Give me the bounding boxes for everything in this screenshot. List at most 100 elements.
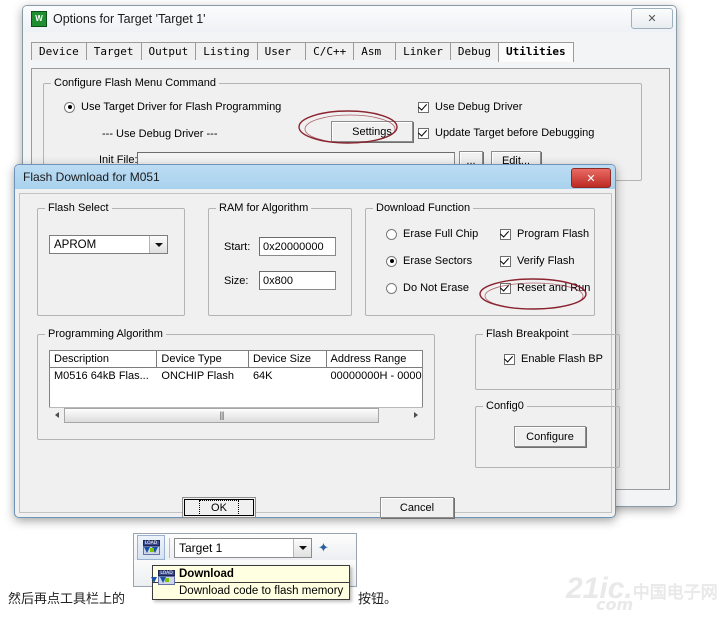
cell-device-size: 64K — [252, 370, 273, 382]
ram-start-value: 0x20000000 — [263, 240, 324, 253]
ram-size-input[interactable]: 0x800 — [259, 271, 336, 290]
target-select-value: Target 1 — [179, 540, 223, 555]
scroll-left-arrow-icon[interactable] — [49, 408, 64, 422]
reset-and-run-label: Reset and Run — [517, 282, 591, 294]
cell-address-range: 00000000H - 0000FI — [330, 370, 423, 382]
program-flash-checkbox[interactable] — [500, 228, 511, 240]
tab-utilities[interactable]: Utilities — [497, 42, 574, 62]
use-debug-driver-row[interactable]: Use Debug Driver — [418, 101, 522, 113]
cell-device-type: ONCHIP Flash — [161, 370, 234, 382]
update-target-label: Update Target before Debugging — [435, 127, 595, 139]
tab-listing[interactable]: Listing — [195, 42, 258, 60]
download-tooltip: LOAD Download Download code to flash mem… — [150, 565, 350, 600]
config0-group: Config0 Configure — [475, 400, 620, 468]
enable-flash-bp-row[interactable]: Enable Flash BP — [504, 353, 603, 365]
use-debug-driver-dashes-label: --- Use Debug Driver --- — [102, 128, 218, 140]
reset-and-run-checkbox[interactable] — [500, 282, 511, 294]
configure-flash-menu-legend: Configure Flash Menu Command — [51, 77, 220, 89]
do-not-erase-row[interactable]: Do Not Erase — [386, 282, 469, 294]
close-icon: ✕ — [586, 172, 596, 185]
use-target-driver-label: Use Target Driver for Flash Programming — [81, 101, 282, 113]
cancel-button[interactable]: Cancel — [380, 497, 454, 518]
options-title: Options for Target 'Target 1' — [53, 12, 206, 26]
reset-and-run-row[interactable]: Reset and Run — [500, 282, 590, 294]
column-header-address-range[interactable]: Address Range — [326, 351, 423, 368]
use-debug-driver-checkbox[interactable] — [418, 101, 429, 113]
tab-user[interactable]: User — [256, 42, 307, 60]
tab-output[interactable]: Output — [140, 42, 197, 60]
flash-download-dialog: Flash Download for M051 ✕ Flash Select A… — [14, 164, 620, 518]
erase-sectors-row[interactable]: Erase Sectors — [386, 255, 472, 267]
flash-breakpoint-group: Flash Breakpoint Enable Flash BP — [475, 328, 620, 390]
erase-full-chip-radio[interactable] — [386, 228, 397, 240]
enable-flash-bp-checkbox[interactable] — [504, 353, 515, 365]
verify-flash-checkbox[interactable] — [500, 255, 511, 267]
tab-asm[interactable]: Asm — [353, 42, 397, 60]
toolbar-separator — [169, 537, 170, 558]
column-header-device-type[interactable]: Device Type — [157, 351, 249, 368]
options-close-button[interactable]: ✕ — [631, 8, 673, 29]
table-row[interactable]: M0516 64kB Flas... ONCHIP Flash 64K 0000… — [50, 368, 422, 384]
options-title-bar: W Options for Target 'Target 1' ✕ — [23, 6, 676, 32]
ok-button-label: OK — [199, 499, 239, 516]
column-header-description[interactable]: Description — [50, 351, 158, 368]
program-flash-row[interactable]: Program Flash — [500, 228, 589, 240]
settings-button-label: Settings — [352, 125, 392, 138]
download-function-legend: Download Function — [373, 202, 474, 214]
flash-select-legend: Flash Select — [45, 202, 112, 214]
cell-description: M0516 64kB Flas... — [54, 370, 149, 382]
flash-dialog-close-button[interactable]: ✕ — [571, 168, 611, 188]
ram-start-label: Start: — [224, 241, 251, 253]
use-target-driver-row[interactable]: Use Target Driver for Flash Programming — [64, 101, 281, 113]
settings-button[interactable]: Settings — [331, 121, 413, 142]
chevron-down-icon[interactable] — [149, 236, 167, 253]
tab-linker[interactable]: Linker — [395, 42, 451, 60]
scrollbar-thumb[interactable]: ||| — [64, 407, 379, 423]
watermark-sub: com — [596, 595, 634, 614]
use-debug-driver-dashes: --- Use Debug Driver --- — [102, 128, 218, 140]
programming-algorithm-legend: Programming Algorithm — [45, 328, 166, 340]
ok-button[interactable]: OK — [182, 497, 256, 518]
verify-flash-row[interactable]: Verify Flash — [500, 255, 574, 267]
tab-device[interactable]: Device — [31, 42, 87, 60]
site-watermark: 21ic.中国电子网 — [566, 572, 718, 606]
chevron-down-icon[interactable] — [293, 538, 311, 557]
target-select-combo[interactable]: Target 1 — [174, 537, 312, 558]
ram-for-algorithm-group: RAM for Algorithm Start: 0x20000000 Size… — [208, 202, 352, 316]
download-function-group: Download Function Erase Full Chip Erase … — [365, 202, 595, 316]
erase-full-chip-row[interactable]: Erase Full Chip — [386, 228, 478, 240]
flash-select-combo[interactable]: APROM — [49, 235, 168, 254]
erase-sectors-label: Erase Sectors — [403, 255, 473, 267]
grid-header-row: Description Device Type Device Size Addr… — [50, 351, 423, 368]
cancel-button-label: Cancel — [399, 501, 435, 514]
ram-start-input[interactable]: 0x20000000 — [259, 237, 336, 256]
update-target-row[interactable]: Update Target before Debugging — [418, 127, 594, 139]
use-target-driver-radio[interactable] — [64, 101, 75, 113]
enable-flash-bp-label: Enable Flash BP — [521, 353, 603, 365]
tab-target[interactable]: Target — [85, 42, 142, 60]
update-target-checkbox[interactable] — [418, 127, 429, 139]
caption-after: 按钮。 — [358, 592, 398, 607]
do-not-erase-label: Do Not Erase — [403, 282, 470, 294]
ram-size-label: Size: — [224, 275, 249, 287]
programming-algorithm-hscrollbar[interactable]: ||| — [49, 407, 423, 423]
column-header-device-size[interactable]: Device Size — [248, 351, 327, 368]
tab-c-cpp[interactable]: C/C++ — [305, 42, 355, 60]
close-icon: ✕ — [647, 13, 657, 25]
erase-sectors-radio[interactable] — [386, 255, 397, 267]
flash-select-value: APROM — [54, 238, 97, 251]
configure-button-label: Configure — [526, 430, 574, 443]
flash-select-group: Flash Select APROM — [37, 202, 185, 316]
target-options-wand-icon[interactable]: ✦ — [318, 540, 329, 556]
do-not-erase-radio[interactable] — [386, 282, 397, 294]
scroll-right-arrow-icon[interactable] — [408, 408, 423, 422]
tab-debug[interactable]: Debug — [449, 42, 499, 60]
programming-algorithm-group: Programming Algorithm Description Device… — [37, 328, 435, 440]
ram-for-algorithm-legend: RAM for Algorithm — [216, 202, 312, 214]
keil-app-icon: W — [31, 11, 47, 27]
configure-button[interactable]: Configure — [514, 426, 586, 447]
flash-dialog-title-bar: Flash Download for M051 ✕ — [15, 165, 615, 189]
download-toolbar-button[interactable]: LOAD — [137, 535, 165, 560]
ram-size-value: 0x800 — [263, 274, 293, 287]
verify-flash-label: Verify Flash — [517, 255, 575, 267]
